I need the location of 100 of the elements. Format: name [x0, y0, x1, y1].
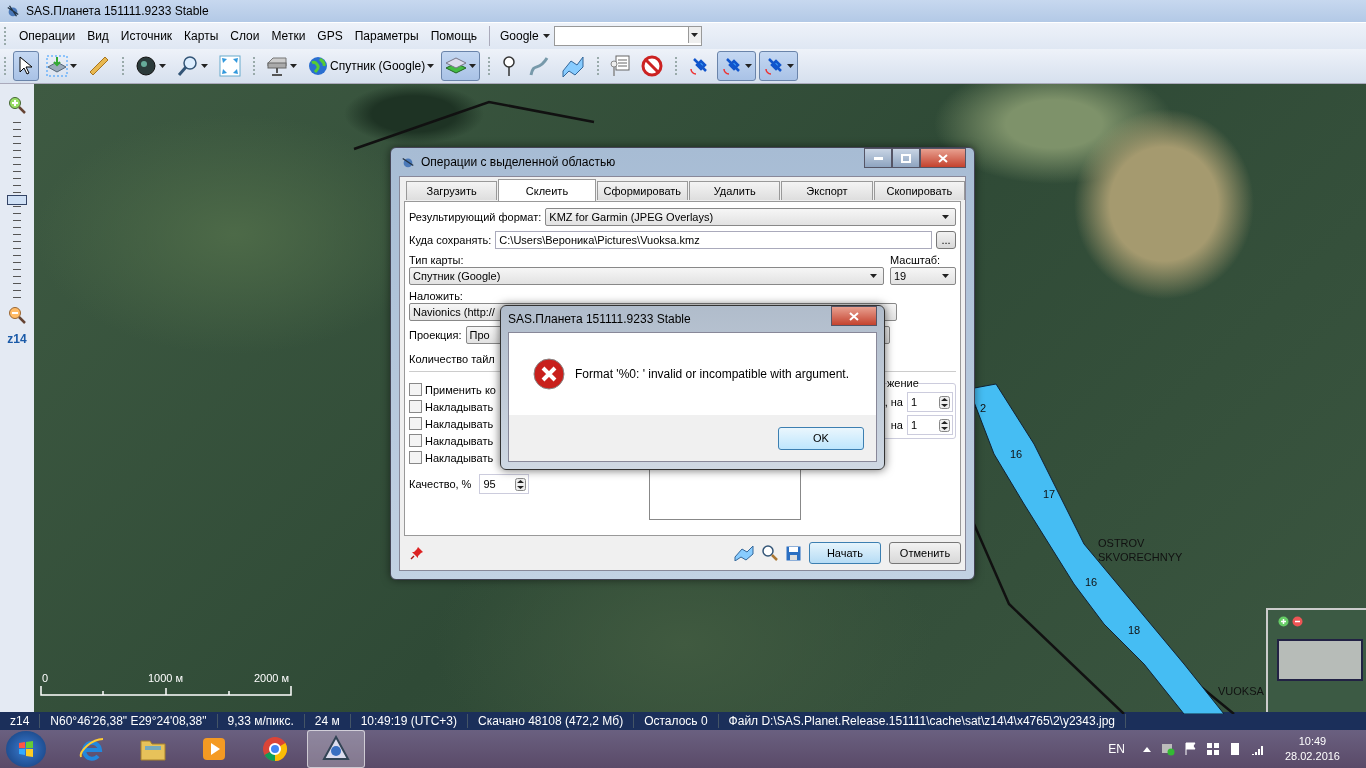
up-arrow-icon[interactable]	[1142, 746, 1151, 752]
checkbox[interactable]	[409, 400, 422, 413]
checkbox-label: Применить ко	[425, 383, 496, 396]
slider-thumb[interactable]	[7, 195, 27, 206]
minimize-button[interactable]	[864, 148, 892, 168]
place-label: OSTROV SKVORECHNYY	[1098, 536, 1184, 564]
menu-item[interactable]: Метки	[265, 27, 312, 45]
checkbox-label: Накладывать	[425, 434, 494, 447]
close-button[interactable]	[920, 148, 966, 168]
language-indicator[interactable]: EN	[1108, 742, 1125, 756]
search-icon	[177, 55, 199, 77]
tab[interactable]: Удалить	[689, 181, 781, 200]
clock[interactable]: 10:49 28.02.2016	[1284, 734, 1340, 764]
prohibited-icon	[641, 55, 664, 77]
depth-mark: 16	[1085, 576, 1098, 588]
pin-icon	[501, 55, 518, 77]
windows-logo-icon[interactable]	[1206, 743, 1219, 755]
ok-button[interactable]: OK	[778, 426, 864, 450]
status-text: Осталось 0	[634, 714, 719, 728]
browser-e-icon	[78, 735, 106, 763]
satellite-icon	[401, 155, 415, 169]
menu-item[interactable]: Карты	[178, 27, 225, 45]
tab[interactable]: Сформировать	[596, 181, 688, 200]
menu-item[interactable]: Параметры	[348, 27, 425, 45]
zoom-level-label: z14	[7, 332, 27, 346]
browse-button[interactable]: ...	[936, 231, 956, 249]
start-button[interactable]: Начать	[809, 542, 881, 564]
taskbar-button[interactable]	[307, 730, 365, 768]
number-spinbox[interactable]: 1	[907, 392, 953, 412]
zoom-out-icon[interactable]	[1292, 616, 1303, 627]
depth-mark: 17	[1043, 488, 1056, 500]
play-icon	[201, 736, 227, 762]
pushpin-icon[interactable]	[410, 546, 424, 560]
maximize-icon	[901, 153, 911, 163]
path-field[interactable]: C:\Users\Вероника\Pictures\Vuoksa.kmz	[495, 231, 932, 249]
caret-icon	[542, 34, 550, 38]
minimap-viewport[interactable]	[1277, 639, 1363, 681]
field-label: , на	[884, 396, 903, 408]
checkbox[interactable]	[409, 417, 422, 430]
zoom-in-icon[interactable]	[8, 96, 26, 114]
search-field[interactable]	[553, 26, 702, 46]
signal-icon[interactable]	[1250, 743, 1265, 755]
tab[interactable]: Склеить	[498, 179, 596, 201]
status-text: z14	[0, 714, 41, 728]
field-label: Результирующий формат:	[409, 211, 542, 223]
hard-drive-icon	[266, 55, 288, 77]
menu-item[interactable]: Слои	[224, 27, 266, 45]
satellite-icon	[6, 4, 20, 18]
depth-mark: 18	[1128, 624, 1141, 636]
number-spinbox[interactable]: 1	[907, 415, 953, 435]
device-icon[interactable]	[1228, 742, 1241, 756]
zoom-out-icon[interactable]	[8, 306, 26, 324]
checkbox-label: Накладывать	[425, 417, 494, 430]
path-icon	[528, 55, 551, 77]
zoom-in-icon[interactable]	[1278, 616, 1289, 627]
field-label: Тип карты:	[409, 254, 465, 266]
menu-item[interactable]: GPS	[311, 27, 349, 45]
menu-item[interactable]: Источник	[114, 27, 179, 45]
start-button[interactable]	[6, 731, 46, 767]
toolbar-button[interactable]: Спутник (Google)	[304, 51, 439, 81]
minimize-icon	[873, 156, 883, 160]
format-dropdown[interactable]: KMZ for Garmin (JPEG Overlays)	[545, 208, 956, 226]
search-provider-button[interactable]: Google	[496, 27, 554, 45]
scale-dropdown[interactable]: 19	[890, 267, 956, 285]
depth-mark: 16	[1010, 448, 1023, 460]
caret-icon	[691, 33, 699, 37]
tab[interactable]: Загрузить	[406, 181, 498, 200]
menu-item[interactable]: Операции	[13, 27, 82, 45]
tab[interactable]: Скопировать	[873, 181, 965, 200]
minimap[interactable]	[1266, 608, 1366, 712]
depth-mark: 2	[980, 402, 987, 414]
maximize-button[interactable]	[892, 148, 920, 168]
dialog-title: Операции с выделенной областью	[421, 155, 616, 169]
globe-icon	[308, 56, 328, 76]
menu-item[interactable]: Вид	[81, 27, 115, 45]
browser-circle-icon	[261, 735, 289, 763]
windows-logo-icon	[18, 741, 34, 757]
checkbox[interactable]	[409, 451, 422, 464]
quality-spinbox[interactable]: 95	[479, 474, 530, 494]
flag-icon[interactable]	[1184, 742, 1197, 756]
polygon-icon[interactable]	[734, 545, 754, 561]
map-type-dropdown[interactable]: Спутник (Google)	[409, 267, 884, 285]
globe-icon	[135, 55, 157, 77]
checkbox[interactable]	[409, 434, 422, 447]
zoom-fit-icon[interactable]	[762, 545, 778, 561]
notes-icon	[610, 55, 631, 77]
close-button[interactable]	[831, 306, 877, 326]
checkbox[interactable]	[409, 383, 422, 396]
toolbar-button[interactable]	[13, 51, 39, 81]
polygon-icon	[561, 55, 586, 77]
field-label: Проекция:	[409, 329, 462, 341]
layers-icon	[445, 56, 468, 76]
cancel-button[interactable]: Отменить	[889, 542, 961, 564]
menu-item[interactable]: Помощь	[424, 27, 483, 45]
status-text: Файл D:\SAS.Planet.Release.151111\cache\sat\z14\4\x4765\2\y2343.jpg	[718, 714, 1126, 728]
map-download-icon	[46, 55, 68, 77]
spin-arrows-icon	[939, 395, 950, 409]
tab[interactable]: Экспорт	[781, 181, 873, 200]
save-icon[interactable]	[786, 545, 801, 561]
field-label: Масштаб:	[890, 254, 942, 266]
